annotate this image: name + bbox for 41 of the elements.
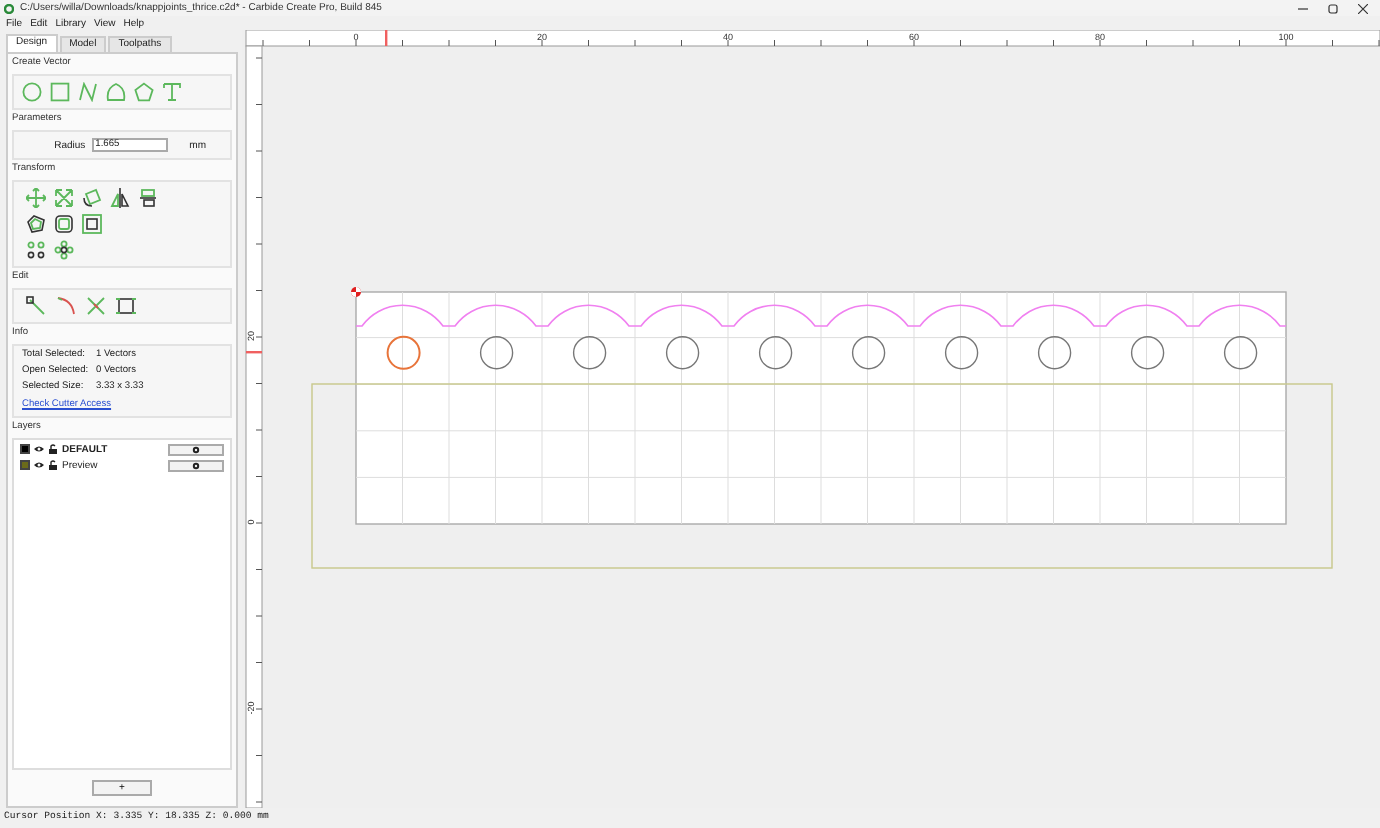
circle-vector[interactable] bbox=[386, 335, 421, 370]
layer-settings-button[interactable] bbox=[168, 459, 224, 472]
circle-vector[interactable] bbox=[1223, 336, 1258, 370]
t-shape-icon[interactable] bbox=[162, 82, 182, 102]
cross-lines-icon[interactable] bbox=[86, 296, 106, 316]
app-icon bbox=[4, 3, 14, 13]
curve-trim-icon[interactable] bbox=[56, 296, 76, 316]
circle-vector[interactable] bbox=[479, 336, 514, 370]
circle-vector[interactable] bbox=[1130, 336, 1165, 370]
mirror-shape-icon[interactable] bbox=[110, 188, 130, 208]
layer-settings-button[interactable] bbox=[168, 443, 224, 456]
circle-vector[interactable] bbox=[1037, 336, 1072, 370]
curve-icon[interactable] bbox=[78, 82, 98, 102]
node-edit-icon[interactable] bbox=[26, 296, 46, 316]
origin-marker-icon bbox=[351, 287, 361, 297]
circle-icon[interactable] bbox=[22, 82, 42, 102]
cursor-marker bbox=[385, 30, 388, 46]
rotate-shape-icon[interactable] bbox=[82, 188, 102, 208]
pentagon-icon[interactable] bbox=[134, 82, 154, 102]
dot-cluster-icon[interactable] bbox=[54, 240, 74, 260]
circle-vector[interactable] bbox=[758, 336, 793, 370]
rounded-square-icon[interactable] bbox=[54, 214, 74, 234]
eye-icon[interactable] bbox=[34, 444, 44, 455]
square-nodes-icon[interactable] bbox=[116, 296, 136, 316]
cursor-marker bbox=[246, 351, 262, 354]
lock-icon[interactable] bbox=[48, 444, 58, 455]
offset-shape-icon[interactable] bbox=[26, 214, 46, 234]
circle-vector[interactable] bbox=[851, 336, 886, 370]
rectangle-icon[interactable] bbox=[50, 82, 70, 102]
close-icon[interactable] bbox=[1358, 3, 1368, 13]
lock-icon[interactable] bbox=[48, 460, 58, 471]
minimize-icon[interactable] bbox=[1298, 3, 1308, 13]
circle-vector[interactable] bbox=[944, 336, 979, 370]
circle-vector[interactable] bbox=[572, 336, 607, 370]
eye-icon[interactable] bbox=[34, 460, 44, 471]
rounded-shape-icon[interactable] bbox=[106, 82, 126, 102]
four-dots-icon[interactable] bbox=[26, 240, 46, 260]
bounding-square-icon[interactable] bbox=[82, 214, 102, 234]
restore-icon[interactable] bbox=[1328, 3, 1338, 13]
circle-vector[interactable] bbox=[665, 336, 700, 370]
align-shapes-icon[interactable] bbox=[138, 188, 158, 208]
